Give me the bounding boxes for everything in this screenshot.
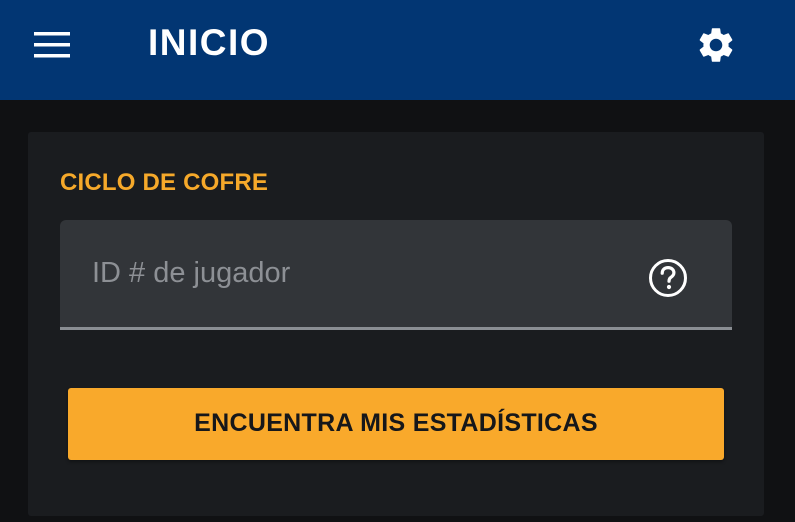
hamburger-menu-icon — [34, 32, 70, 58]
app-bar: INICIO — [0, 0, 795, 100]
gear-icon — [699, 28, 733, 62]
help-circle-icon — [649, 259, 687, 297]
help-button[interactable] — [644, 254, 692, 302]
menu-button[interactable] — [28, 22, 76, 66]
section-title: CICLO DE COFRE — [60, 169, 269, 196]
settings-button[interactable] — [690, 20, 742, 70]
chest-cycle-card: CICLO DE COFRE ENCUENTRA MIS ESTADÍSTICA… — [28, 132, 764, 516]
page-title: INICIO — [148, 22, 271, 63]
player-id-field — [60, 220, 732, 330]
find-stats-button[interactable]: ENCUENTRA MIS ESTADÍSTICAS — [68, 388, 724, 460]
player-id-input[interactable] — [60, 220, 620, 327]
